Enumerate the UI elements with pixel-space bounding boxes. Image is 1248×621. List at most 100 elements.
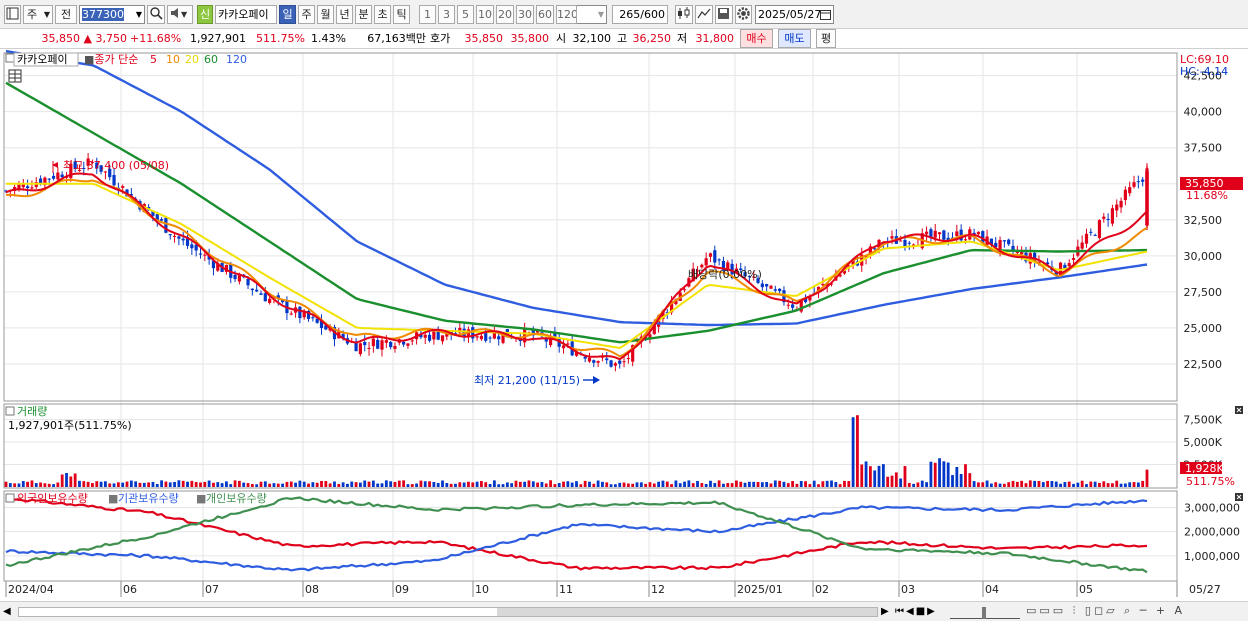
period-tab[interactable]: 년 [336, 5, 353, 24]
layout-icon[interactable] [4, 5, 21, 24]
volume-bar [1111, 483, 1114, 487]
volume-bar [1041, 482, 1045, 487]
holding-inst-label: 기관보유수량 [118, 492, 179, 505]
x-tick-label: 2025/01 [737, 583, 783, 596]
volume-bar [588, 481, 591, 487]
volume-current-pct: 511.75% [1186, 475, 1235, 488]
candle-body [259, 293, 263, 295]
volume-bar [648, 482, 652, 487]
scroll-left-icon[interactable]: ◀ [3, 605, 15, 619]
period-tab[interactable]: 틱 [393, 5, 410, 24]
period-tab[interactable]: 일 [279, 5, 296, 24]
avg-button[interactable]: 평 [816, 29, 836, 48]
interval-tab[interactable]: 3 [438, 5, 455, 24]
collapse-icon[interactable] [5, 53, 15, 63]
interval-tab[interactable]: 20 [496, 5, 514, 24]
zoom-slider[interactable] [950, 605, 1020, 619]
interval-tab[interactable]: 30 [516, 5, 534, 24]
holding-collapse-icon[interactable] [5, 493, 15, 503]
date-input[interactable]: 2025/05/27 [755, 5, 834, 24]
volume-bar [678, 483, 682, 487]
playback-controls[interactable]: ⏮◀■▶ [895, 605, 937, 619]
save-icon[interactable] [715, 5, 733, 24]
candle-type-icon[interactable] [675, 5, 693, 24]
market-select[interactable]: 주 ▼ [23, 5, 53, 24]
volume-bar [544, 483, 548, 487]
volume-collapse-icon[interactable] [5, 406, 15, 416]
sell-button[interactable]: 매도 [778, 29, 811, 48]
volume-bar [320, 480, 323, 487]
volume-bar [553, 484, 557, 487]
buy-button[interactable]: 매수 [740, 29, 773, 48]
volume-bar [713, 483, 717, 487]
candle-body [929, 229, 933, 238]
volume-bar [523, 481, 527, 487]
volume-bar [129, 480, 133, 487]
draw-tool-icon[interactable] [695, 5, 713, 24]
table-icon[interactable] [8, 69, 22, 83]
candle-body [609, 360, 613, 367]
volume-bar [406, 484, 410, 487]
scrollbar-thumb[interactable] [497, 608, 877, 616]
volume-bar [1132, 482, 1136, 487]
candle-body [384, 340, 388, 343]
view-tools-icons[interactable]: ▭▭▭ ⫶ ▯◻▱ ⌕ ─ + A [1026, 604, 1185, 618]
volume-bar [804, 481, 807, 487]
interval-tab[interactable]: 120 [556, 5, 577, 24]
price-tick-label: 25,000 [1184, 322, 1223, 335]
volume-bar [873, 470, 877, 487]
volume-close-icon[interactable] [1235, 406, 1243, 414]
interval-tab[interactable]: 5 [457, 5, 474, 24]
volume-bar [791, 481, 794, 487]
candle-body [423, 334, 427, 338]
period-tab[interactable]: 분 [355, 5, 372, 24]
volume-bar [289, 481, 293, 487]
volume-bar [220, 483, 224, 487]
candle-body [492, 332, 496, 339]
volume-bar [151, 481, 155, 487]
candle-body [1002, 240, 1006, 242]
candle-body [596, 361, 600, 363]
candle-body [587, 357, 592, 362]
scroll-right-icon[interactable]: ▶ [881, 605, 891, 619]
candle-body [237, 275, 241, 282]
stock-chart[interactable]: 42,50040,00037,50035,00032,50030,00027,5… [0, 49, 1248, 601]
volume-bar [1141, 480, 1145, 487]
volume-bar [959, 474, 963, 487]
interval-tab[interactable]: 1 [419, 5, 436, 24]
search-icon[interactable] [147, 5, 165, 24]
svg-text:▼: ▼ [181, 10, 188, 19]
volume-bar [1050, 481, 1054, 487]
volume-bar [69, 476, 73, 487]
candle-body [30, 187, 34, 189]
volume-bar [929, 461, 933, 487]
open-label: 시 [556, 32, 567, 45]
gear-icon[interactable] [735, 5, 752, 24]
candle-body [358, 343, 363, 355]
zoom-slider-handle[interactable] [982, 607, 986, 619]
period-tab[interactable]: 월 [317, 5, 334, 24]
candle-body [924, 231, 929, 235]
interval-tab[interactable]: 10 [476, 5, 494, 24]
volume-bar [471, 482, 475, 487]
candle-body [769, 285, 773, 289]
holding-close-icon[interactable] [1235, 493, 1243, 501]
volume-bar [1033, 480, 1037, 487]
period-tab[interactable]: 초 [374, 5, 391, 24]
volume-bar [726, 483, 730, 487]
scrollbar-track[interactable] [18, 607, 878, 617]
volume-bar [631, 483, 635, 487]
volume-bar [531, 481, 535, 487]
candle-body [168, 234, 172, 236]
volume-bar [674, 480, 678, 487]
code-input[interactable]: 377300 ▼ [79, 5, 145, 24]
speaker-icon[interactable]: ▼ [167, 5, 193, 24]
volume-bar [233, 480, 237, 487]
interval-tab[interactable]: 60 [536, 5, 554, 24]
volume-bar [142, 482, 146, 487]
count-input[interactable]: 265/600 [612, 5, 668, 24]
candle-body [765, 284, 769, 287]
scope-button[interactable]: 전 [55, 5, 77, 24]
volume-bar [778, 480, 782, 487]
period-tab[interactable]: 주 [298, 5, 315, 24]
